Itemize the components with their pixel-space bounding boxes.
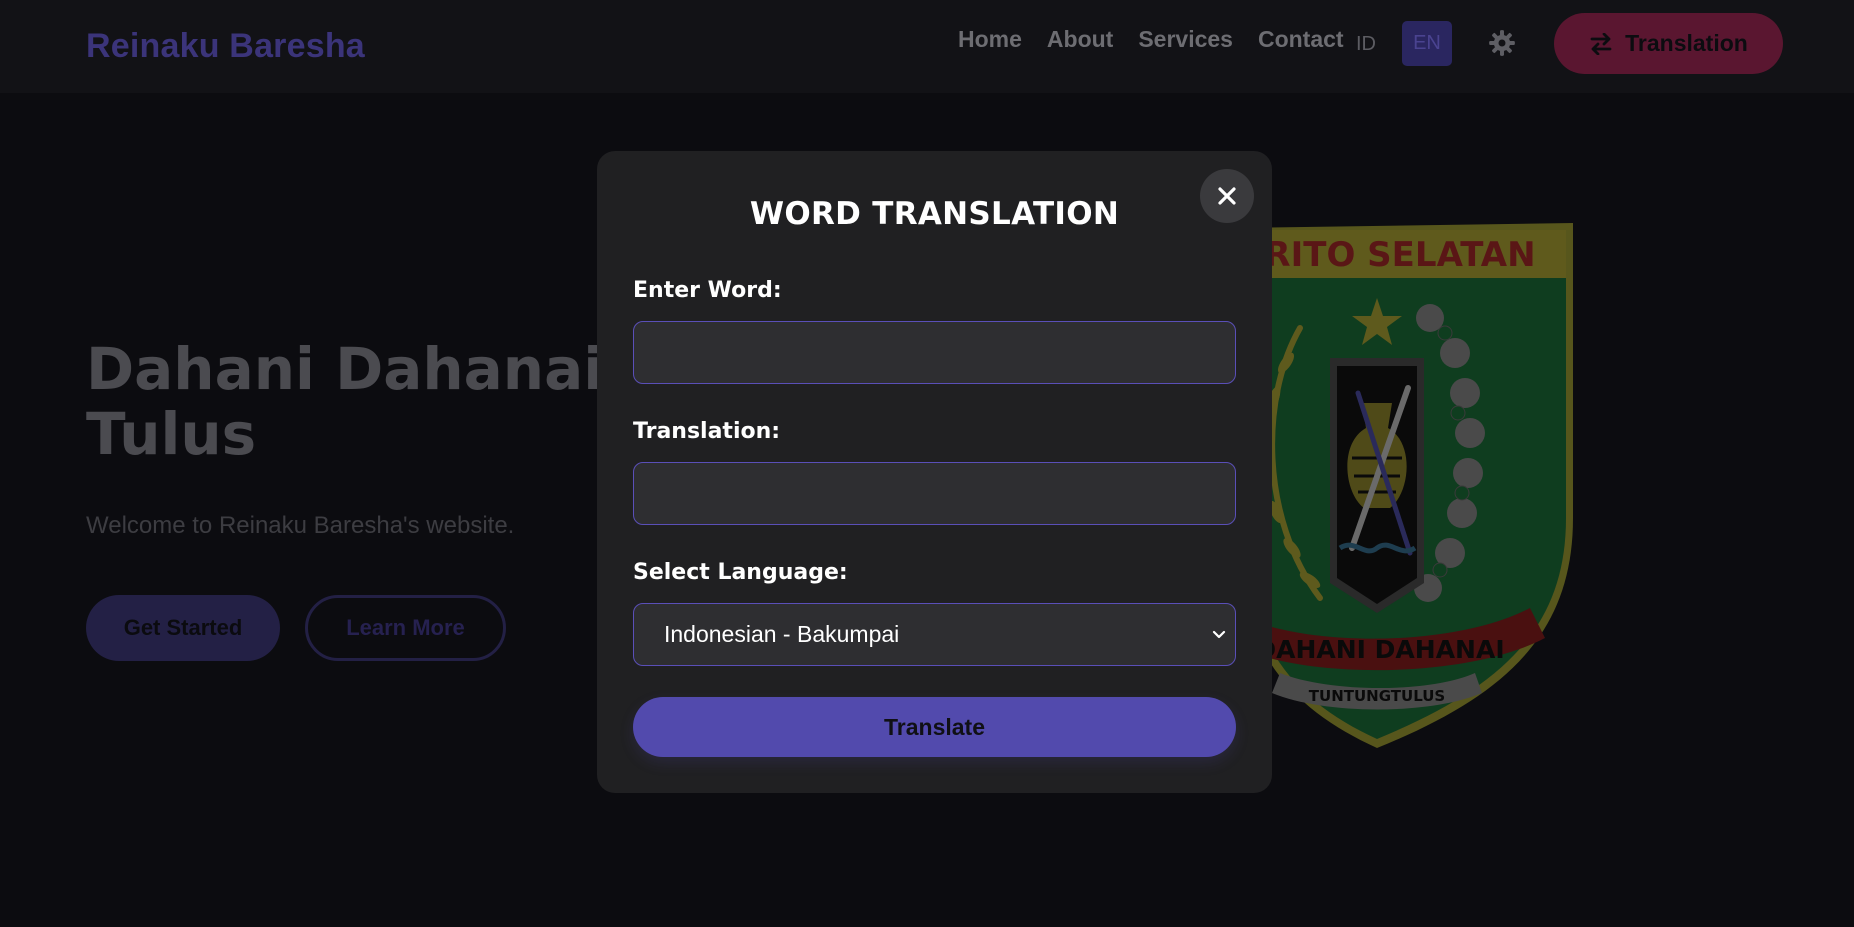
swap-arrows-icon xyxy=(1590,32,1612,55)
hero-title-line-1: Dahani Dahanai Tu xyxy=(86,335,698,403)
lang-id-button[interactable]: ID xyxy=(1356,33,1376,56)
translation-button[interactable]: Translation xyxy=(1554,13,1783,74)
word-translation-modal: WORD TRANSLATION Enter Word: Translation… xyxy=(597,151,1272,793)
enter-word-label: Enter Word: xyxy=(633,278,782,303)
chevron-down-icon xyxy=(1212,630,1226,639)
hero-subtitle: Welcome to Reinaku Baresha's website. xyxy=(86,512,515,539)
nav-link-home[interactable]: Home xyxy=(958,26,1022,53)
hero-title-line-2: Tulus xyxy=(86,399,257,468)
emblem-motto-text: TUNTUNGTULUS xyxy=(1309,687,1445,705)
enter-word-input[interactable] xyxy=(633,321,1236,384)
select-language-label: Select Language: xyxy=(633,560,848,585)
translation-output[interactable] xyxy=(633,462,1236,525)
nav-links: Home About Services Contact xyxy=(958,26,1344,53)
emblem-ribbon-text: DAHANI DAHANAI xyxy=(1255,635,1504,664)
language-select-value: Indonesian - Bakumpai xyxy=(664,621,900,647)
gear-icon[interactable] xyxy=(1488,29,1516,57)
learn-more-button[interactable]: Learn More xyxy=(305,595,506,661)
translation-label: Translation: xyxy=(633,419,781,444)
translation-button-label: Translation xyxy=(1625,30,1748,56)
lang-en-button[interactable]: EN xyxy=(1402,21,1452,66)
emblem-banner-top: RITO SELATAN xyxy=(1264,235,1535,275)
hero-title: Dahani Dahanai Tu Tulus xyxy=(86,335,698,468)
get-started-button[interactable]: Get Started xyxy=(86,595,280,661)
nav-link-about[interactable]: About xyxy=(1047,26,1113,53)
nav-link-services[interactable]: Services xyxy=(1138,26,1233,53)
brand-logo[interactable]: Reinaku Baresha xyxy=(86,27,365,66)
nav-link-contact[interactable]: Contact xyxy=(1258,26,1344,53)
modal-title: WORD TRANSLATION xyxy=(749,196,1120,232)
language-select[interactable]: Indonesian - Bakumpai xyxy=(633,603,1236,666)
regency-emblem: RITO SELATAN DAHANI DAHANAI TUNTUNGTULUS xyxy=(1240,223,1573,748)
translate-button[interactable]: Translate xyxy=(633,697,1236,757)
